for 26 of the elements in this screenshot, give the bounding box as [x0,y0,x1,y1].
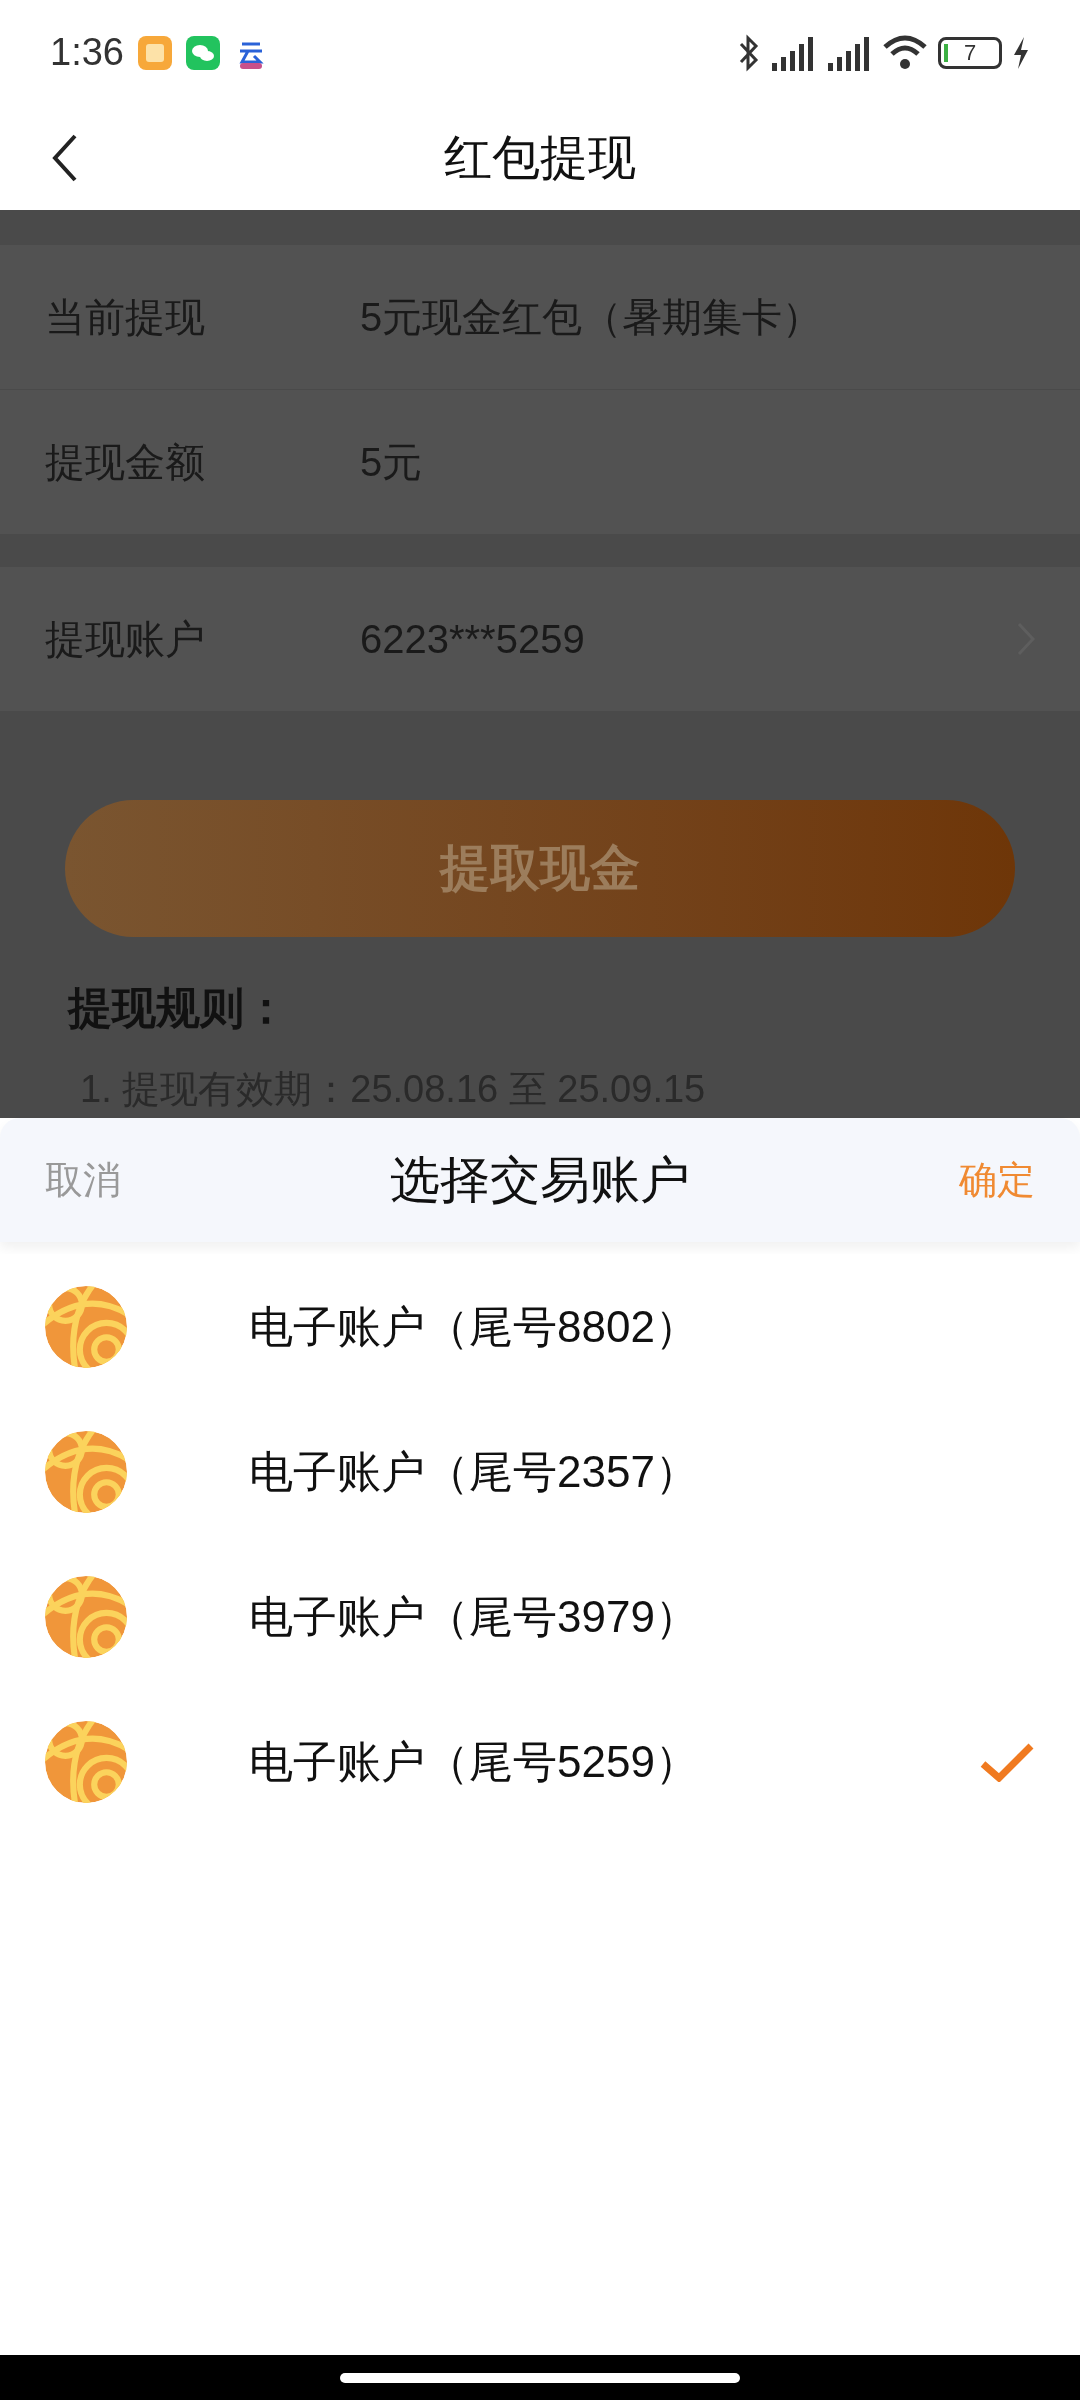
wifi-icon [882,34,928,71]
row-value: 6223***5259 [360,616,586,663]
row-value: 5元现金红包（暑期集卡） [360,294,824,341]
coin-icon [45,1720,127,1803]
row-label: 当前提现 [45,294,206,341]
back-icon [52,133,78,182]
account-name: 电子账户（尾号5259） [249,1735,700,1788]
status-time: 1:36 [50,30,124,75]
gallery-app-icon [137,35,172,70]
row-label: 提现账户 [45,616,206,663]
coin-icon [45,1430,127,1513]
coin-icon [45,1285,127,1368]
account-name: 电子账户（尾号8802） [249,1300,700,1353]
row-value: 5元 [360,439,424,486]
home-indicator[interactable] [340,2372,740,2383]
sheet-title: 选择交易账户 [390,1150,690,1210]
battery-icon: 7 [938,36,1002,69]
row-label: 提现金额 [45,439,206,486]
chat-app-icon [185,35,220,70]
account-name: 电子账户（尾号2357） [249,1445,700,1498]
page-title: 红包提现 [444,129,636,186]
charging-icon [1012,36,1030,69]
bluetooth-icon [738,33,760,72]
coin-icon [45,1575,127,1658]
account-name: 电子账户（尾号3979） [249,1590,700,1643]
rules-title: 提现规则： [68,982,289,1034]
